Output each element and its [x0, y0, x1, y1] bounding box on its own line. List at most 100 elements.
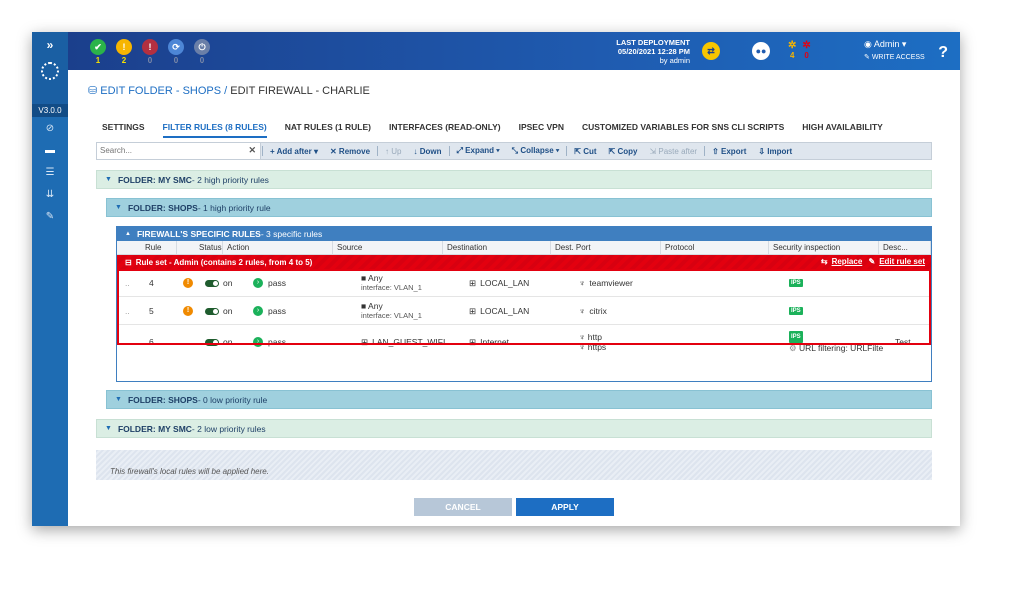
drag-handle[interactable]: ..	[125, 269, 130, 297]
network-icon: ⊞	[469, 305, 477, 316]
search-input[interactable]	[97, 143, 237, 157]
apply-button[interactable]: APPLY	[516, 498, 614, 516]
tab-interfaces[interactable]: INTERFACES (READ-ONLY)	[389, 122, 501, 138]
folder-shops-low[interactable]: ▼ FOLDER: SHOPS - 0 low priority rule	[106, 390, 932, 409]
caret-down-icon: ▼	[105, 176, 112, 183]
logo-icon	[41, 62, 59, 80]
ips-badge: IPS	[789, 279, 803, 287]
col-description[interactable]: Desc...	[879, 240, 931, 255]
status-toggle[interactable]: on	[205, 269, 232, 297]
pass-icon: ›	[253, 278, 263, 288]
col-security-inspection[interactable]: Security inspection	[769, 240, 879, 255]
source-cell: ⊞ LAN_GUEST_WIFI	[361, 336, 446, 348]
folder-shops-high[interactable]: ▼ FOLDER: SHOPS - 1 high priority rule	[106, 198, 932, 217]
deploy-icon[interactable]: ⇄	[702, 42, 720, 60]
status-ok[interactable]: ✔ 1	[88, 39, 108, 65]
maintenance-alert[interactable]: ✲ 4	[788, 40, 796, 60]
cut-button[interactable]: ⇱ Cut	[568, 147, 602, 156]
specific-rules-header[interactable]: ▲ FIREWALL'S SPECIFIC RULES - 3 specific…	[117, 227, 931, 241]
deployment-icon[interactable]: ⇊	[32, 183, 68, 205]
tab-high-availability[interactable]: HIGH AVAILABILITY	[802, 122, 883, 138]
port-icon: ♆	[579, 342, 586, 352]
toggle-icon	[205, 307, 219, 315]
table-row[interactable]: .. 4 ! on › pass ■ Any interface: VLAN_1 …	[117, 269, 931, 297]
user-icon: ◉	[864, 39, 872, 49]
action-cell: › pass	[253, 269, 286, 297]
expand-button[interactable]: ⤢ Expand ▾	[451, 146, 506, 156]
action-cell: › pass	[253, 325, 286, 359]
status-sync[interactable]: ⟳ 0	[166, 39, 186, 65]
folder-my-smc-high[interactable]: ▼ FOLDER: MY SMC - 2 high priority rules	[96, 170, 932, 189]
alarm-alert[interactable]: ✲ 0	[802, 40, 810, 60]
destination-cell: ⊞ LOCAL_LAN	[469, 277, 530, 289]
tools-icon[interactable]: ✎	[32, 205, 68, 227]
users-icon[interactable]: ●●	[752, 42, 770, 60]
tab-nat-rules[interactable]: NAT RULES (1 RULE)	[285, 122, 371, 138]
close-icon: ✕	[329, 146, 337, 156]
error-icon: !	[142, 39, 158, 55]
col-rule[interactable]: Rule	[117, 240, 177, 255]
edit-ruleset-link[interactable]: Edit rule set	[879, 257, 925, 266]
col-dest-port[interactable]: Dest. Port	[551, 240, 661, 255]
monitoring-icon[interactable]: ⊘	[32, 117, 68, 139]
caret-up-icon: ▲	[125, 231, 131, 237]
replace-link[interactable]: ⇆	[821, 257, 828, 266]
table-row[interactable]: 6 on › pass ⊞ LAN_GUEST_WIFI ⊞ Internet ♆ h…	[117, 325, 931, 359]
firewall-icon[interactable]: ▬	[32, 139, 68, 161]
col-destination[interactable]: Destination	[443, 240, 551, 255]
pass-icon: ›	[253, 306, 263, 316]
replace-ruleset-link[interactable]: Replace	[832, 257, 863, 266]
status-offline[interactable]: ⏻ 0	[192, 39, 212, 65]
destination-cell: ⊞ Internet	[469, 336, 509, 348]
export-button[interactable]: ⇧ Export	[706, 147, 752, 156]
remove-button[interactable]: ✕ Remove	[324, 147, 376, 156]
admin-menu[interactable]: ◉ Admin ▾ ✎ WRITE ACCESS	[864, 39, 925, 61]
network-icon: ⊞	[361, 336, 369, 347]
toggle-icon	[205, 338, 219, 346]
ips-badge: IPS	[789, 331, 803, 343]
collapse-icon: ⤡	[511, 146, 519, 155]
breadcrumb-folder-link[interactable]: EDIT FOLDER - SHOPS /	[100, 85, 227, 97]
tab-settings[interactable]: SETTINGS	[102, 122, 145, 138]
col-source[interactable]: Source	[333, 240, 443, 255]
specific-rules-panel: ▲ FIREWALL'S SPECIFIC RULES - 3 specific…	[116, 226, 932, 382]
col-action[interactable]: Action	[223, 240, 333, 255]
col-protocol[interactable]: Protocol	[661, 240, 769, 255]
expand-sidebar-button[interactable]: »	[47, 38, 54, 52]
status-toggle[interactable]: on	[205, 325, 232, 359]
url-filter-icon: ⚙	[789, 343, 797, 353]
objects-icon[interactable]: ☰	[32, 161, 68, 183]
expand-icon: ⤢	[456, 146, 463, 155]
security-cell: IPS	[789, 297, 803, 325]
status-warning[interactable]: ! 2	[114, 39, 134, 65]
warning-icon: !	[116, 39, 132, 55]
alerts: ✲ 4 ✲ 0	[788, 40, 811, 60]
check-icon: ✔	[90, 39, 106, 55]
down-button[interactable]: ↓ Down	[408, 147, 448, 156]
paste-after-button[interactable]: ⇲ Paste after	[643, 147, 703, 156]
pass-icon: ›	[253, 337, 263, 347]
arrow-down-icon: ↓	[413, 146, 418, 156]
tab-ipsec-vpn[interactable]: IPSEC VPN	[519, 122, 564, 138]
folder-icon: ⛁	[88, 85, 98, 97]
copy-icon: ⇱	[608, 146, 616, 156]
import-button[interactable]: ⇩ Import	[752, 147, 798, 156]
add-after-button[interactable]: + Add after ▾	[264, 147, 324, 156]
port-icon: ♆	[579, 278, 586, 288]
up-button[interactable]: ↑ Up	[379, 147, 407, 156]
help-button[interactable]: ?	[938, 44, 948, 62]
drag-handle[interactable]: ..	[125, 297, 130, 325]
ruleset-bar[interactable]: ⊟ Rule set - Admin (contains 2 rules, fr…	[117, 255, 931, 269]
clear-search-icon[interactable]: ✕	[248, 145, 256, 156]
copy-button[interactable]: ⇱ Copy	[603, 147, 644, 156]
col-status[interactable]: Status	[177, 240, 223, 255]
search-box: ✕	[97, 143, 261, 159]
status-toggle[interactable]: on	[205, 297, 232, 325]
folder-my-smc-low[interactable]: ▼ FOLDER: MY SMC - 2 low priority rules	[96, 419, 932, 438]
cancel-button[interactable]: CANCEL	[414, 498, 512, 516]
collapse-button[interactable]: ⤡ Collapse ▾	[506, 146, 566, 156]
tab-filter-rules[interactable]: FILTER RULES (8 RULES)	[162, 122, 267, 138]
table-row[interactable]: .. 5 ! on › pass ■ Any interface: VLAN_1 …	[117, 297, 931, 325]
tab-customized-variables[interactable]: CUSTOMIZED VARIABLES FOR SNS CLI SCRIPTS	[582, 122, 784, 138]
status-error[interactable]: ! 0	[140, 39, 160, 65]
